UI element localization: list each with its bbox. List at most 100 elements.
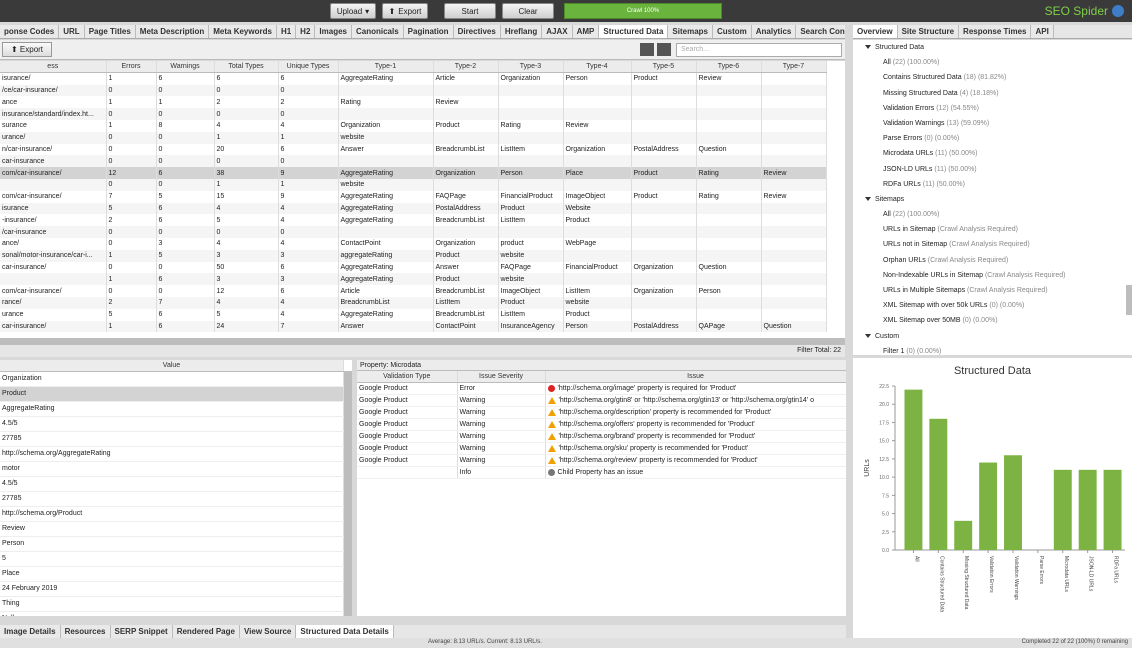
- tab-url[interactable]: URL: [59, 25, 85, 38]
- table-row[interactable]: /car-insurance 0 0 0 0: [0, 226, 827, 238]
- table-row[interactable]: insurance/standard/index.ht... 0 0 0 0: [0, 108, 827, 120]
- list-item[interactable]: 27785: [0, 431, 344, 447]
- tree-item-filter-1[interactable]: Filter 1 (0) (0.00%): [853, 344, 1132, 355]
- table-row[interactable]: com/car-insurance/0 0 12 6 Article Breadcrumb…: [0, 285, 827, 297]
- column-header-type-4[interactable]: Type-4: [563, 61, 632, 74]
- tree-item-validation-warnings[interactable]: Validation Warnings (13) (59.09%): [853, 116, 1132, 131]
- tree-item-xml-sitemap-with-over-50k-urls[interactable]: XML Sitemap with over 50k URLs (0) (0.00…: [853, 298, 1132, 313]
- table-row[interactable]: n/car-insurance/0 0 20 6 Answer BreadcrumbLis…: [0, 143, 827, 156]
- tab-meta-keywords[interactable]: Meta Keywords: [209, 25, 277, 38]
- tree-item-parse-errors[interactable]: Parse Errors (0) (0.00%): [853, 131, 1132, 146]
- list-item[interactable]: 4.5/5: [0, 416, 344, 432]
- bar-validation-warnings[interactable]: [1004, 455, 1022, 550]
- tree-item-json-ld-urls[interactable]: JSON-LD URLs (11) (50.00%): [853, 162, 1132, 177]
- tree-item-urls-in-sitemap[interactable]: URLs in Sitemap (Crawl Analysis Required…: [853, 222, 1132, 237]
- horizontal-scrollbar[interactable]: [0, 338, 845, 345]
- tree-item-non-indexable-urls-in-sitemap[interactable]: Non-Indexable URLs in Sitemap (Crawl Ana…: [853, 268, 1132, 283]
- table-row[interactable]: rance/2 7 4 4 BreadcrumbList ListItem Product w…: [0, 296, 827, 309]
- tab-structured-data-details[interactable]: Structured Data Details: [296, 625, 394, 638]
- tree-group-custom[interactable]: Custom: [853, 329, 1132, 344]
- tree-item-validation-errors[interactable]: Validation Errors (12) (54.55%): [853, 101, 1132, 116]
- table-row[interactable]: com/car-insurance/7 5 15 9 AggregateRating FA…: [0, 190, 827, 203]
- column-header-type-6[interactable]: Type-6: [696, 61, 762, 74]
- table-row[interactable]: car-insurance 0 0 0 0: [0, 155, 827, 168]
- column-header-unique-types[interactable]: Unique Types: [278, 61, 339, 74]
- list-item[interactable]: Null: [0, 611, 344, 616]
- column-header-ess[interactable]: ess: [0, 61, 107, 74]
- tree-item-rdfa-urls[interactable]: RDFa URLs (11) (50.00%): [853, 177, 1132, 192]
- list-item[interactable]: Organization: [0, 371, 344, 387]
- tree-scrollbar[interactable]: [1126, 285, 1132, 315]
- table-row[interactable]: ance/0 3 4 4 ContactPoint Organization product…: [0, 237, 827, 250]
- tree-item-microdata-urls[interactable]: Microdata URLs (11) (50.00%): [853, 146, 1132, 161]
- table-row[interactable]: sonal/motor-insurance/car-i... 1 5 3 3 aggreg…: [0, 249, 827, 262]
- table-row[interactable]: car-insurance/1 6 24 7 Answer ContactPoint Ins…: [0, 320, 827, 333]
- bar-validation-errors[interactable]: [979, 462, 998, 550]
- tab-page-titles[interactable]: Page Titles: [84, 25, 136, 38]
- tab-analytics[interactable]: Analytics: [751, 25, 797, 38]
- tab-overview[interactable]: Overview: [853, 25, 898, 38]
- column-header-type-3[interactable]: Type-3: [498, 61, 564, 74]
- bar-missing-structured-data[interactable]: [954, 520, 973, 550]
- column-header-validation-type[interactable]: Validation Type: [357, 371, 458, 384]
- tree-item-xml-sitemap-over-50mb[interactable]: XML Sitemap over 50MB (0) (0.00%): [853, 313, 1132, 328]
- list-item[interactable]: 27785: [0, 491, 344, 507]
- tab-directives[interactable]: Directives: [453, 25, 501, 38]
- tree-item-all[interactable]: All (22) (100.00%): [853, 207, 1132, 222]
- search-input[interactable]: Search...: [676, 43, 842, 57]
- upload-button[interactable]: Upload ▾: [330, 3, 376, 19]
- tab-search-con[interactable]: Search Con: [796, 25, 845, 38]
- column-header-issue-severity[interactable]: Issue Severity: [457, 371, 546, 384]
- table-row[interactable]: surance 1 8 4 4 Organization Product Rating Revi…: [0, 119, 827, 132]
- table-row[interactable]: Info Child Property has an issue: [357, 466, 846, 480]
- bar-all[interactable]: [904, 389, 923, 550]
- table-row[interactable]: com/car-insurance/12 6 38 9 AggregateRating O…: [0, 167, 827, 179]
- column-header-type-5[interactable]: Type-5: [631, 61, 697, 74]
- list-item[interactable]: AggregateRating: [0, 401, 344, 417]
- bar-rdfa-urls[interactable]: [1103, 469, 1122, 550]
- start-button[interactable]: Start: [444, 3, 496, 19]
- table-row[interactable]: car-insurance/0 0 50 6 AggregateRating Answer…: [0, 261, 827, 274]
- table-row[interactable]: /ce/car-insurance/0 0 0 0: [0, 84, 827, 97]
- table-row[interactable]: isurance 5 6 4 4 AggregateRating PostalAddress…: [0, 202, 827, 215]
- tree-item-urls-in-multiple-sitemaps[interactable]: URLs in Multiple Sitemaps (Crawl Analysi…: [853, 283, 1132, 298]
- list-item[interactable]: 5: [0, 551, 344, 567]
- table-row[interactable]: Google Product Warning 'http://schema.org/…: [357, 454, 846, 468]
- table-row[interactable]: ance 1 1 2 2 Rating Review: [0, 96, 827, 109]
- tab-custom[interactable]: Custom: [712, 25, 752, 38]
- column-header-warnings[interactable]: Warnings: [156, 61, 215, 74]
- list-item[interactable]: motor: [0, 461, 344, 477]
- tab-resources[interactable]: Resources: [60, 625, 111, 638]
- list-item[interactable]: Product: [0, 386, 344, 402]
- column-header-type-7[interactable]: Type-7: [761, 61, 827, 74]
- table-row[interactable]: 1 6 3 3 AggregateRating Product website: [0, 273, 827, 286]
- tab-h2[interactable]: H2: [296, 25, 316, 38]
- details-scrollbar[interactable]: [344, 371, 352, 616]
- bar-microdata-urls[interactable]: [1053, 469, 1072, 550]
- tab-serp-snippet[interactable]: SERP Snippet: [110, 625, 173, 638]
- chevron-down-icon[interactable]: [865, 197, 871, 202]
- table-row[interactable]: Google Product Warning 'http://schema.org/…: [357, 430, 846, 444]
- table-row[interactable]: Google Product Warning 'http://schema.org/…: [357, 442, 846, 456]
- tab-pagination[interactable]: Pagination: [403, 25, 454, 38]
- chevron-down-icon[interactable]: [865, 45, 871, 50]
- export-button[interactable]: ⬆ Export: [382, 3, 428, 19]
- column-header-issue[interactable]: Issue: [545, 371, 846, 384]
- list-item[interactable]: http://schema.org/Product: [0, 506, 344, 522]
- list-item[interactable]: Place: [0, 566, 344, 582]
- tree-item-all[interactable]: All (22) (100.00%): [853, 55, 1132, 70]
- list-view-icon[interactable]: [657, 43, 671, 56]
- tree-item-missing-structured-data[interactable]: Missing Structured Data (4) (18.18%): [853, 86, 1132, 101]
- column-header-type-1[interactable]: Type-1: [338, 61, 434, 74]
- tree-item-contains-structured-data[interactable]: Contains Structured Data (18) (81.82%): [853, 70, 1132, 85]
- list-item[interactable]: Person: [0, 536, 344, 552]
- list-item[interactable]: Review: [0, 521, 344, 537]
- list-item[interactable]: 4.5/5: [0, 476, 344, 492]
- table-row[interactable]: -insurance/2 6 5 4 AggregateRating Breadcrumb…: [0, 214, 827, 227]
- tab-meta-description[interactable]: Meta Description: [135, 25, 210, 38]
- table-row[interactable]: urance 5 6 5 4 AggregateRating BreadcrumbList L…: [0, 308, 827, 321]
- export-grid-button[interactable]: ⬆ Export: [2, 42, 52, 57]
- tab-response-times[interactable]: Response Times: [959, 25, 1032, 38]
- table-row[interactable]: Google Product Warning 'http://schema.org/…: [357, 406, 846, 420]
- tab-hreflang[interactable]: Hreflang: [500, 25, 543, 38]
